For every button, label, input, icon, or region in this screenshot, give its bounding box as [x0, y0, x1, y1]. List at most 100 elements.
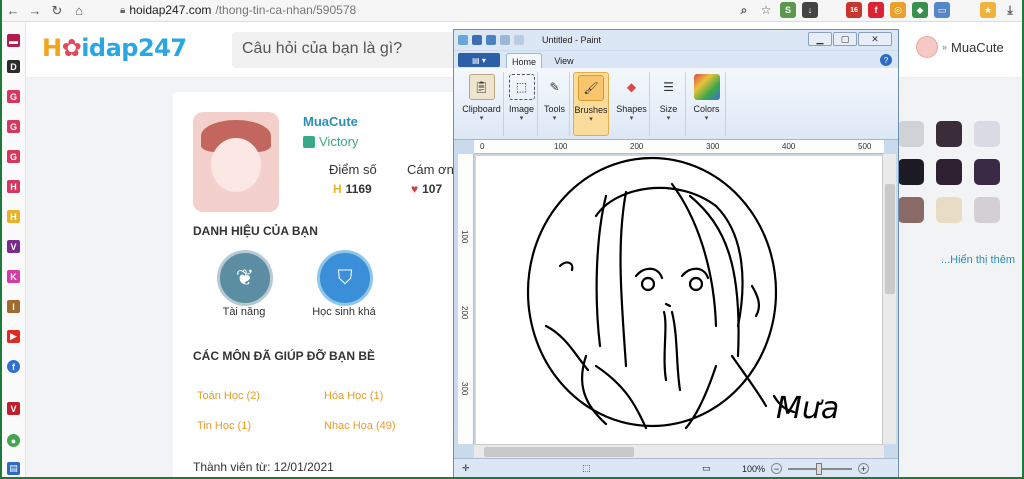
- address-bar[interactable]: 🔒︎ hoidap247.com/thong-tin-ca-nhan/59057…: [120, 3, 356, 17]
- save-icon[interactable]: [472, 35, 482, 45]
- rank-label: Victory: [319, 134, 359, 149]
- friend-avatar[interactable]: [974, 121, 1000, 147]
- cursor-position-icon: ✛: [462, 463, 470, 473]
- forward-icon[interactable]: →: [24, 0, 46, 22]
- ruler-tick: 300: [460, 382, 469, 396]
- back-icon[interactable]: ←: [2, 0, 24, 22]
- scroll-thumb[interactable]: [885, 184, 895, 294]
- tab-view[interactable]: View: [548, 53, 580, 69]
- bookmark-i[interactable]: I: [7, 300, 20, 313]
- download-ext-icon[interactable]: ↓: [802, 2, 818, 18]
- scroll-thumb[interactable]: [484, 447, 634, 457]
- home-icon[interactable]: ⌂: [68, 0, 90, 22]
- undo-icon[interactable]: [486, 35, 496, 45]
- bookmark-g3[interactable]: G: [7, 150, 20, 163]
- horizontal-ruler: 0 100 200 300 400 500: [474, 140, 884, 154]
- clipboard-group[interactable]: 📋︎ Clipboard ▾: [460, 72, 504, 136]
- palette-icon: [693, 74, 720, 100]
- badge-talent[interactable]: ❦: [217, 250, 273, 306]
- vtv-icon[interactable]: V: [7, 402, 20, 415]
- paint-title: Untitled - Paint: [542, 35, 602, 45]
- friend-avatar[interactable]: [898, 197, 924, 223]
- bookmark-v[interactable]: V: [7, 240, 20, 253]
- paint-menu-button[interactable]: ▤ ▾: [458, 53, 500, 67]
- brushes-group[interactable]: 🖌︎ Brushes ▾: [573, 72, 609, 136]
- clipboard-icon: 📋︎: [468, 74, 495, 100]
- flash-icon[interactable]: f: [868, 2, 884, 18]
- zoom-out-button[interactable]: −: [771, 463, 783, 474]
- customize-icon[interactable]: [514, 35, 524, 45]
- profile-ext-icon[interactable]: ★: [980, 2, 996, 18]
- bookmark-k[interactable]: K: [7, 270, 20, 283]
- bookmark-h[interactable]: H: [7, 210, 20, 223]
- colors-group[interactable]: Colors ▾: [688, 72, 726, 136]
- ruler-tick: 0: [480, 142, 485, 151]
- chrome-ext-icon[interactable]: ◎: [890, 2, 906, 18]
- redo-icon[interactable]: [500, 35, 510, 45]
- score-value: H 1169: [333, 182, 372, 196]
- bookmark-top-icon[interactable]: ▬: [7, 34, 20, 47]
- paint-titlebar: Untitled - Paint ▁ ▢ ✕: [454, 30, 898, 50]
- subjects-heading: CÁC MÔN ĐÃ GIÚP ĐỠ BẠN BÈ: [193, 349, 376, 363]
- bookmark-g4[interactable]: H: [7, 180, 20, 193]
- subject-chemistry[interactable]: Hóa Học (1): [324, 390, 383, 402]
- subject-informatics[interactable]: Tin Học (1): [197, 420, 251, 432]
- help-icon[interactable]: ?: [880, 54, 892, 66]
- horizontal-scrollbar[interactable]: [474, 444, 884, 458]
- extension-icon[interactable]: S: [780, 2, 796, 18]
- friend-avatar[interactable]: [936, 197, 962, 223]
- select-icon: ⬚: [508, 74, 535, 100]
- tools-group[interactable]: ✎ Tools ▾: [540, 72, 570, 136]
- zoom-in-button[interactable]: +: [858, 463, 870, 474]
- profile-rank: Victory: [303, 134, 359, 149]
- search-input[interactable]: Câu hỏi của bạn là gì?: [232, 32, 462, 68]
- profile-avatar: [193, 112, 279, 212]
- friend-avatar[interactable]: [974, 159, 1000, 185]
- facebook-icon[interactable]: f: [7, 360, 20, 373]
- close-button[interactable]: ✕: [858, 32, 892, 46]
- download-icon[interactable]: ⤓: [1002, 2, 1018, 18]
- show-more-link[interactable]: ...Hiển thị thêm: [941, 254, 1015, 266]
- size-group[interactable]: ☰ Size ▾: [652, 72, 686, 136]
- bookmark-g2[interactable]: G: [7, 120, 20, 133]
- thanks-label: Cám ơn: [407, 162, 454, 177]
- profile-name[interactable]: MuaCute: [303, 114, 358, 129]
- bookmark-d[interactable]: D: [7, 60, 20, 73]
- friend-avatar[interactable]: [936, 159, 962, 185]
- screen-icon[interactable]: ▭: [934, 2, 950, 18]
- score-label: Điểm số: [329, 162, 377, 177]
- tab-home[interactable]: Home: [506, 53, 542, 69]
- friend-avatar[interactable]: [936, 121, 962, 147]
- vertical-ruler: 100 200 300: [458, 154, 474, 444]
- maximize-button[interactable]: ▢: [833, 32, 857, 46]
- star-icon[interactable]: ☆: [758, 2, 774, 18]
- zoom-slider[interactable]: [788, 462, 853, 475]
- heart-icon: ♥: [411, 182, 419, 196]
- member-since: Thành viên từ: 12/01/2021: [193, 460, 334, 474]
- ruler-tick: 400: [782, 142, 796, 151]
- subject-music-art[interactable]: Nhạc Họa (49): [324, 420, 396, 432]
- reload-icon[interactable]: ↻: [46, 0, 68, 22]
- adblock-icon[interactable]: 16: [846, 2, 862, 18]
- minimize-button[interactable]: ▁: [808, 32, 832, 46]
- browser-toolbar: ← → ↻ ⌂ 🔒︎ hoidap247.com/thong-tin-ca-nh…: [2, 0, 1022, 22]
- zoom-icon[interactable]: ⌕: [736, 2, 752, 18]
- site-logo[interactable]: H✿idap247: [42, 34, 187, 62]
- bookmark-g1[interactable]: G: [7, 90, 20, 103]
- friend-avatar[interactable]: [898, 121, 924, 147]
- puzzle-icon[interactable]: ◆: [912, 2, 928, 18]
- shapes-group[interactable]: ◆ Shapes ▾: [614, 72, 650, 136]
- badge-good-student-label: Học sinh khá: [312, 306, 376, 318]
- youtube-icon[interactable]: ▶: [7, 330, 20, 343]
- badge-good-student[interactable]: ⛉: [317, 250, 373, 306]
- friend-avatar[interactable]: [898, 159, 924, 185]
- news-icon[interactable]: ▤: [7, 462, 20, 475]
- sketch-drawing: Mưa: [526, 156, 839, 430]
- drawing-canvas[interactable]: Mưa: [476, 156, 882, 444]
- user-menu[interactable]: » MuaCute: [916, 36, 1004, 58]
- vertical-scrollbar[interactable]: [882, 154, 896, 444]
- image-group[interactable]: ⬚ Image ▾: [506, 72, 538, 136]
- friend-avatar[interactable]: [974, 197, 1000, 223]
- game-icon[interactable]: ●: [7, 434, 20, 447]
- subject-math[interactable]: Toán Học (2): [197, 390, 260, 402]
